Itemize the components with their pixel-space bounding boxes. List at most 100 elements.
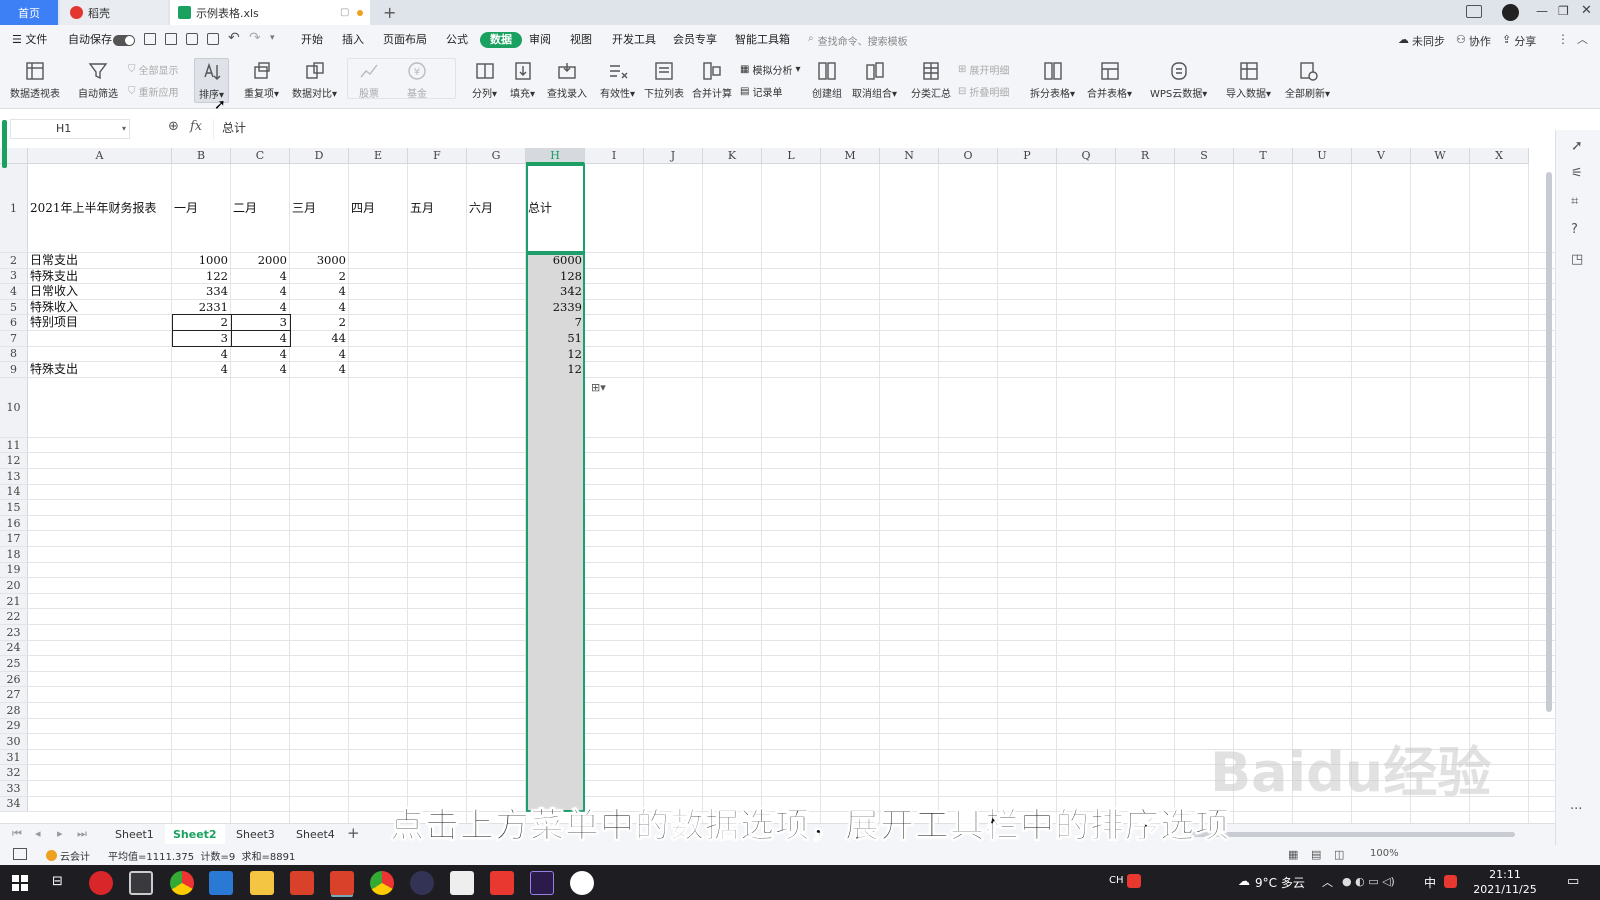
- print-icon[interactable]: [186, 33, 198, 45]
- language-indicator[interactable]: 中: [1424, 874, 1436, 891]
- row-header[interactable]: 24: [0, 640, 28, 657]
- collapse-detail-button[interactable]: ⊟ 折叠明细: [958, 84, 1009, 99]
- split-table-button[interactable]: 拆分表格▾: [1030, 60, 1075, 100]
- prev-sheet-icon[interactable]: ◂: [35, 827, 41, 840]
- dropdown-list-button[interactable]: 下拉列表: [644, 60, 684, 100]
- cell-h2[interactable]: 6000: [526, 253, 582, 269]
- validity-button[interactable]: 有效性▾: [600, 60, 635, 100]
- tray-icons[interactable]: ● ◐ ▭ ◁): [1342, 875, 1395, 888]
- cell-c4[interactable]: 4: [231, 284, 287, 300]
- cell-a9[interactable]: 特殊支出: [30, 362, 78, 378]
- fx-icon[interactable]: fx: [190, 119, 202, 134]
- cell-h9[interactable]: 12: [526, 362, 582, 378]
- sheet-tab[interactable]: Sheet3: [236, 828, 275, 841]
- cell-d8[interactable]: 4: [290, 347, 346, 363]
- row-header[interactable]: 9: [0, 362, 28, 378]
- app-white-icon[interactable]: [450, 871, 474, 895]
- screenshot-icon[interactable]: ◳: [1571, 252, 1583, 267]
- row-header[interactable]: 13: [0, 469, 28, 485]
- view-break-icon[interactable]: ◫: [1334, 848, 1344, 861]
- row-header[interactable]: 10: [0, 377, 28, 438]
- column-header[interactable]: V: [1352, 148, 1411, 164]
- weather-widget[interactable]: ☁ 9°C 多云: [1238, 874, 1305, 891]
- refresh-all-button[interactable]: 全部刷新▾: [1285, 60, 1330, 100]
- column-header[interactable]: M: [821, 148, 880, 164]
- vertical-scrollbar[interactable]: [1546, 172, 1552, 712]
- row-header[interactable]: 18: [0, 547, 28, 563]
- horizontal-scrollbar[interactable]: [1185, 832, 1515, 837]
- menu-page-layout[interactable]: 页面布局: [383, 32, 427, 48]
- split-column-button[interactable]: 分列▾: [472, 60, 497, 100]
- row-header[interactable]: 2: [0, 253, 28, 269]
- expand-detail-button[interactable]: ⊞ 展开明细: [958, 62, 1009, 77]
- cell-a1[interactable]: 2021年上半年财务报表: [30, 164, 157, 253]
- sheet-tab[interactable]: Sheet1: [115, 828, 154, 841]
- row-header[interactable]: 12: [0, 453, 28, 469]
- cell-b2[interactable]: 1000: [172, 253, 228, 269]
- merge-table-button[interactable]: 合并表格▾: [1087, 60, 1132, 100]
- row-header[interactable]: 7: [0, 331, 28, 347]
- task-view-icon[interactable]: ⊟: [52, 874, 63, 889]
- cell-b5[interactable]: 2331: [172, 300, 228, 316]
- wps-spreadsheet-icon[interactable]: [330, 871, 354, 895]
- record-form-button[interactable]: ▤ 记录单: [740, 84, 782, 99]
- row-header[interactable]: 30: [0, 734, 28, 750]
- app-globe-icon[interactable]: [410, 871, 434, 895]
- zoom-formula-icon[interactable]: ⊕: [168, 119, 179, 134]
- row-header[interactable]: 20: [0, 578, 28, 594]
- file-menu[interactable]: ☰ 文件: [12, 32, 47, 48]
- calendar-app-icon[interactable]: [129, 871, 153, 895]
- menu-view[interactable]: 视图: [570, 32, 592, 48]
- fund-button[interactable]: ¥ 基金: [406, 60, 428, 100]
- name-box[interactable]: H1 ▾: [10, 119, 130, 139]
- row-header[interactable]: 28: [0, 703, 28, 719]
- quick-access-more-icon[interactable]: ▾: [270, 33, 275, 43]
- column-header[interactable]: G: [467, 148, 526, 164]
- menu-formula[interactable]: 公式: [446, 32, 468, 48]
- cell-a5[interactable]: 特殊收入: [30, 300, 78, 316]
- cell-d9[interactable]: 4: [290, 362, 346, 378]
- collab-button[interactable]: ⚇ 协作: [1456, 33, 1491, 49]
- save-icon[interactable]: [144, 33, 156, 45]
- chrome-icon-2[interactable]: [370, 871, 394, 895]
- cell-a6[interactable]: 特别项目: [30, 315, 78, 331]
- cell-b3[interactable]: 122: [172, 269, 228, 285]
- column-header[interactable]: N: [880, 148, 939, 164]
- cell-c8[interactable]: 4: [231, 347, 287, 363]
- tab-daoke[interactable]: 稻壳: [60, 0, 168, 25]
- sogou-tray-icon[interactable]: [1444, 875, 1457, 888]
- row-header[interactable]: 27: [0, 687, 28, 703]
- wps-office-icon[interactable]: [490, 871, 514, 895]
- row-header[interactable]: 1: [0, 164, 28, 253]
- new-tab-button[interactable]: +: [383, 3, 396, 22]
- sheet-tab-active[interactable]: Sheet2: [165, 824, 225, 844]
- premiere-icon[interactable]: [530, 871, 554, 895]
- column-header[interactable]: D: [290, 148, 349, 164]
- column-header[interactable]: T: [1234, 148, 1293, 164]
- view-normal-icon[interactable]: ▦: [1288, 848, 1298, 861]
- row-header[interactable]: 16: [0, 515, 28, 532]
- cell-b6[interactable]: 2: [172, 315, 228, 331]
- create-group-button[interactable]: 创建组: [812, 60, 842, 100]
- menu-review[interactable]: 审阅: [529, 32, 551, 48]
- cell-h3[interactable]: 128: [526, 269, 582, 285]
- adjust-icon[interactable]: ⚟: [1571, 166, 1583, 181]
- lookup-entry-button[interactable]: 查找录入: [547, 60, 587, 100]
- column-header[interactable]: A: [28, 148, 172, 164]
- cell-b4[interactable]: 334: [172, 284, 228, 300]
- row-header[interactable]: 33: [0, 781, 28, 797]
- column-header[interactable]: J: [644, 148, 703, 164]
- restore-button[interactable]: ❐: [1558, 4, 1569, 18]
- column-header[interactable]: P: [998, 148, 1057, 164]
- panel-more-icon[interactable]: ···: [1570, 802, 1582, 817]
- app-blue-icon[interactable]: [209, 871, 233, 895]
- cell-c7[interactable]: 4: [231, 331, 287, 347]
- cell-b1[interactable]: 一月: [174, 164, 198, 253]
- cell-h7[interactable]: 51: [526, 331, 582, 347]
- cell-b8[interactable]: 4: [172, 347, 228, 363]
- quick-analysis-icon[interactable]: ⊞▾: [591, 381, 606, 394]
- autosave-toggle[interactable]: [113, 35, 135, 46]
- cell-c2[interactable]: 2000: [231, 253, 287, 269]
- close-button[interactable]: ✕: [1581, 3, 1592, 18]
- ungroup-button[interactable]: 取消组合▾: [852, 60, 897, 100]
